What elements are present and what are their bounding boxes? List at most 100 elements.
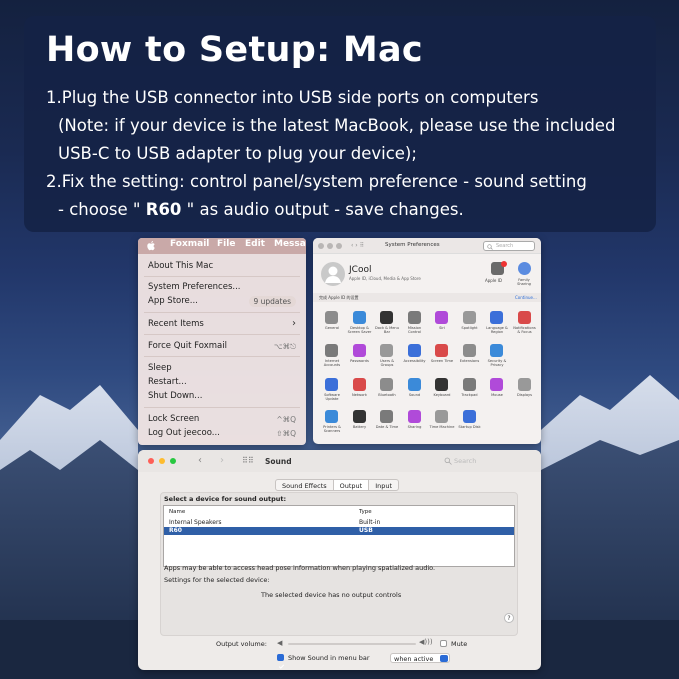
language-region-icon[interactable] [490,311,503,324]
mouse-icon[interactable] [490,378,503,391]
menu-bar-visibility-select[interactable]: when active [390,653,450,663]
updates-badge: 9 updates [248,296,296,307]
bluetooth-icon[interactable] [380,378,393,391]
force-quit-shortcut: ⌥⌘⎋ [273,342,296,351]
users-groups-icon[interactable] [380,344,393,357]
general-icon[interactable] [325,311,338,324]
keyboard-icon[interactable] [435,378,448,391]
pane-label-printers-scanners: Printers & Scanners [323,425,341,434]
close-button[interactable] [318,243,324,249]
pane-label-dock-menu-bar: Dock & Menu Bar [375,326,399,335]
tab-sound-effects[interactable]: Sound Effects [276,480,334,490]
menu-item-lock-screen[interactable]: Lock Screen [148,414,199,424]
pane-label-desktop-screen-saver: Desktop & Screen Saver [347,326,372,335]
dock-menu-bar-icon[interactable] [380,311,393,324]
startup-disk-icon[interactable] [462,410,476,423]
sound-icon[interactable] [407,378,421,391]
internet-accounts-icon[interactable] [325,344,338,357]
minimize-button[interactable] [327,243,333,249]
trackpad-icon[interactable] [462,378,476,391]
time-machine-icon[interactable] [435,410,448,423]
table-row-selected[interactable]: R60 USB [164,527,514,535]
column-header-type: Type [359,509,372,515]
table-row[interactable]: Internal Speakers Built-in [164,519,514,527]
printers-scanners-icon[interactable] [325,410,338,423]
step1-line3: USB-C to USB adapter to plug your device… [58,144,417,163]
tab-output[interactable]: Output [333,480,370,490]
system-preferences-window: ‹ › ⠿ System Preferences Search JCool Ap… [313,238,541,444]
mute-checkbox[interactable] [440,640,447,647]
security-privacy-icon[interactable] [490,344,503,357]
pane-label-passwords: Passwords [350,359,369,363]
extensions-icon[interactable] [462,344,476,357]
tab-input[interactable]: Input [369,480,398,490]
accessibility-icon[interactable] [407,344,421,357]
spotlight-icon[interactable] [462,311,476,324]
help-button[interactable]: ? [504,613,514,623]
menu-item-recent-items[interactable]: Recent Items [148,319,204,329]
desktop-screen-saver-icon[interactable] [352,311,366,324]
menu-edit[interactable]: Edit [245,239,265,249]
menu-item-force-quit[interactable]: Force Quit Foxmail [148,341,227,351]
output-volume-slider[interactable] [288,643,416,645]
menu-separator [144,312,300,313]
select-device-label: Select a device for sound output: [164,495,287,503]
zoom-button[interactable] [336,243,342,249]
menu-item-sleep[interactable]: Sleep [148,363,172,373]
mission-control-icon[interactable] [407,311,421,324]
menu-item-system-preferences[interactable]: System Preferences... [148,282,241,292]
pane-label-sound: Sound [408,393,421,397]
continue-link[interactable]: Continue... [515,295,537,300]
siri-icon[interactable] [435,311,448,324]
avatar[interactable] [321,262,345,286]
menu-separator [144,356,300,357]
close-button[interactable] [148,458,154,464]
menu-item-about[interactable]: About This Mac [148,261,213,271]
title-bar: ‹ › ⠿⠿ Sound Search [138,450,541,472]
pane-label-screen-time: Screen Time [430,359,454,363]
screen-time-icon[interactable] [435,344,448,357]
menu-item-restart[interactable]: Restart... [148,377,187,387]
grid-icon[interactable]: ⠿⠿ [242,456,254,465]
zoom-button[interactable] [170,458,176,464]
battery-icon[interactable] [352,410,366,423]
back-forward-icon[interactable]: ‹ › ⠿ [351,242,364,249]
displays-icon[interactable] [517,378,531,391]
settings-label: Settings for the selected device: [164,576,270,584]
notifications-focus-icon[interactable] [517,311,531,324]
date-time-icon[interactable] [380,410,393,423]
apple-icon[interactable] [146,240,156,252]
volume-low-icon: ◀ [277,639,283,647]
log-out-shortcut: ⇧⌘Q [276,429,296,438]
family-sharing-label: Family Sharing [517,278,531,287]
menu-separator [144,407,300,408]
apple-id-label: Apple ID [485,278,502,283]
menu-item-app-store[interactable]: App Store... [148,296,198,306]
show-sound-checkbox[interactable] [277,654,285,669]
passwords-icon[interactable] [352,344,366,357]
user-subtitle: Apple ID, iCloud, Media & App Store [349,276,421,281]
minimize-button[interactable] [159,458,165,464]
pane-label-internet-accounts: Internet Accounts [323,359,341,368]
apple-menu: Foxmail File Edit Messag About This Mac … [138,238,306,445]
menu-item-log-out[interactable]: Log Out jeecoo... [148,428,220,438]
menu-message[interactable]: Messag [274,239,306,249]
search-input[interactable]: Search [454,457,476,465]
menu-file[interactable]: File [217,239,235,249]
search-input[interactable]: Search [483,241,535,251]
no-controls-message: The selected device has no output contro… [261,591,402,599]
forward-icon[interactable]: › [220,455,224,466]
search-icon [444,457,452,465]
menu-foxmail[interactable]: Foxmail [170,239,209,249]
notification-dot [501,261,507,267]
step1-line1: 1.Plug the USB connector into USB side p… [46,88,539,107]
menu-item-shut-down[interactable]: Shut Down... [148,391,202,401]
family-sharing-icon[interactable] [518,262,531,275]
back-icon[interactable]: ‹ [198,455,202,466]
network-icon[interactable] [352,378,366,391]
software-update-icon[interactable] [325,378,338,391]
pane-label-time-machine: Time Machine [429,425,455,429]
user-name: JCool [349,265,372,275]
pane-label-network: Network [351,393,367,397]
sharing-icon[interactable] [407,410,421,423]
